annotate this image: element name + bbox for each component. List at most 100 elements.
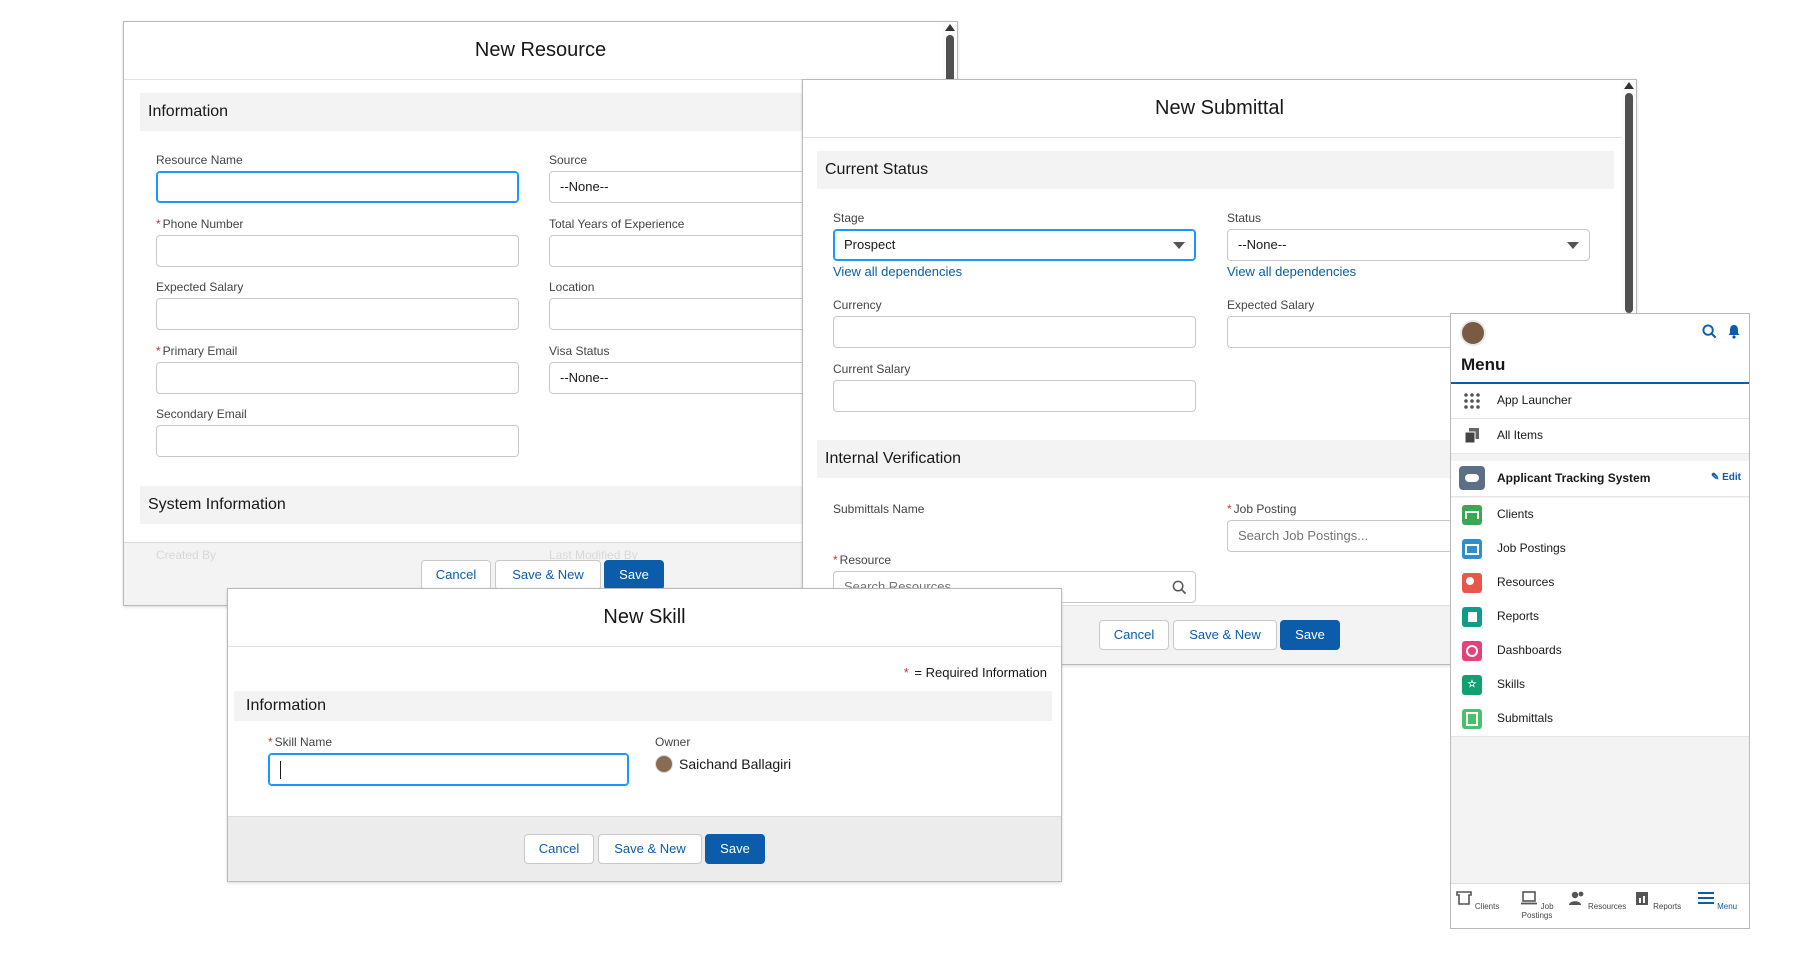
stack-icon [1464, 428, 1479, 444]
scroll-up-arrow-icon[interactable] [945, 24, 955, 31]
mobile-header: Menu [1451, 314, 1749, 384]
search-icon[interactable] [1702, 324, 1717, 339]
search-icon [1172, 580, 1187, 595]
nav-item-submittals[interactable]: Submittals [1451, 702, 1749, 737]
cloud-icon [1459, 466, 1485, 490]
field-label: Submittals Name [833, 502, 925, 516]
phone-number-input[interactable] [156, 235, 519, 267]
save-button[interactable]: Save [604, 560, 664, 590]
bell-icon[interactable] [1727, 324, 1741, 339]
tab-clients[interactable]: Clients [1451, 884, 1507, 911]
tab-menu[interactable]: Menu [1687, 884, 1747, 911]
menu-item-app-launcher[interactable]: App Launcher [1451, 384, 1749, 419]
chevron-down-icon [1173, 242, 1185, 249]
required-marker: * [156, 344, 161, 358]
field-label: Currency [833, 298, 882, 312]
status-select[interactable]: --None-- [1227, 229, 1590, 261]
mobile-title: Menu [1461, 355, 1506, 374]
nav-item-resources[interactable]: Resources [1451, 566, 1749, 601]
owner-name[interactable]: Saichand Ballagiri [679, 756, 791, 772]
nav-item-label: Skills [1497, 677, 1526, 691]
menu-item-all-items[interactable]: All Items [1451, 419, 1749, 454]
required-marker: * [268, 735, 273, 749]
section-current-status: Current Status [817, 151, 1614, 189]
scroll-up-arrow-icon[interactable] [1624, 82, 1634, 89]
view-dependencies-link[interactable]: View all dependencies [833, 264, 1196, 279]
avatar[interactable] [1460, 320, 1486, 346]
expected-salary-input[interactable] [156, 298, 519, 330]
field-label-text: Resource [839, 553, 892, 567]
nav-item-reports[interactable]: Reports [1451, 600, 1749, 635]
app-header-row[interactable]: Applicant Tracking System ✎ Edit [1451, 461, 1749, 497]
save-button[interactable]: Save [705, 834, 765, 864]
dialog-footer: Cancel Save & New Save [228, 816, 1061, 881]
field-label: Status [1227, 211, 1262, 225]
required-marker: * [156, 217, 161, 231]
submittal-icon [1462, 709, 1482, 729]
section-information: Information [234, 691, 1052, 721]
tab-label: Resources [1587, 902, 1627, 911]
currency-field: Currency [833, 298, 1196, 348]
primary-email-field: * Primary Email [156, 344, 519, 394]
cancel-button[interactable]: Cancel [524, 834, 594, 864]
field-label: Resource Name [156, 153, 243, 167]
secondary-email-input[interactable] [156, 425, 519, 457]
report-icon [1462, 607, 1482, 627]
nav-item-label: Job Postings [1497, 541, 1566, 555]
people-icon [1462, 573, 1482, 593]
cancel-button[interactable]: Cancel [421, 560, 491, 590]
dialog-title: New Resource [124, 22, 957, 80]
required-marker: * [833, 553, 838, 567]
resource-name-field: Resource Name [156, 153, 519, 203]
bottom-tab-bar: Clients Job Postings Resources Reports M… [1451, 883, 1749, 928]
tab-resources[interactable]: Resources [1567, 884, 1627, 911]
clients-icon [1455, 891, 1472, 905]
nav-item-job-postings[interactable]: Job Postings [1451, 532, 1749, 567]
skill-name-input[interactable] [268, 753, 629, 786]
scroll-thumb[interactable] [1625, 93, 1633, 313]
clients-icon [1462, 505, 1482, 525]
tab-label: Menu [1717, 902, 1738, 911]
created-by-label: Created By [156, 548, 217, 562]
current-salary-input[interactable] [833, 380, 1196, 412]
edit-label: Edit [1722, 472, 1741, 483]
owner-value-row: Saichand Ballagiri [655, 755, 791, 773]
chevron-down-icon [1567, 242, 1579, 249]
edit-link[interactable]: ✎ Edit [1711, 472, 1741, 483]
nav-item-clients[interactable]: Clients [1451, 498, 1749, 533]
tab-job-postings[interactable]: Job Postings [1507, 884, 1567, 920]
cancel-button[interactable]: Cancel [1099, 620, 1169, 650]
resource-name-input[interactable] [156, 171, 519, 203]
field-label: Expected Salary [156, 280, 244, 294]
field-label: Secondary Email [156, 407, 247, 421]
required-information-note: * = Required Information [904, 665, 1047, 680]
app-name: Applicant Tracking System [1497, 471, 1651, 485]
save-and-new-button[interactable]: Save & New [495, 560, 601, 590]
tab-reports[interactable]: Reports [1627, 884, 1687, 911]
primary-email-input[interactable] [156, 362, 519, 394]
nav-item-label: Resources [1497, 575, 1555, 589]
submittals-name-field: Submittals Name [833, 502, 924, 520]
save-button[interactable]: Save [1280, 620, 1340, 650]
view-dependencies-link[interactable]: View all dependencies [1227, 264, 1590, 279]
skill-name-field: * Skill Name [268, 735, 629, 786]
nav-item-dashboards[interactable]: Dashboards [1451, 634, 1749, 669]
avatar [655, 755, 673, 773]
nav-item-label: Reports [1497, 609, 1540, 623]
nav-item-skills[interactable]: ☆ Skills [1451, 668, 1749, 703]
expected-salary-field: Expected Salary [156, 280, 519, 330]
required-marker: * [1227, 502, 1232, 516]
stage-select[interactable]: Prospect [833, 229, 1196, 261]
field-label: * Phone Number [156, 217, 519, 231]
tab-label: Reports [1653, 902, 1682, 911]
currency-input[interactable] [833, 316, 1196, 348]
stage-field: Stage Prospect View all dependencies [833, 211, 1196, 279]
gauge-icon [1462, 641, 1482, 661]
scrollbar[interactable] [1622, 80, 1636, 320]
save-and-new-button[interactable]: Save & New [598, 834, 702, 864]
pencil-icon: ✎ [1710, 472, 1720, 483]
save-and-new-button[interactable]: Save & New [1173, 620, 1277, 650]
skills-icon: ☆ [1462, 675, 1482, 695]
laptop-icon [1462, 539, 1482, 559]
menu-item-label: All Items [1497, 428, 1544, 442]
